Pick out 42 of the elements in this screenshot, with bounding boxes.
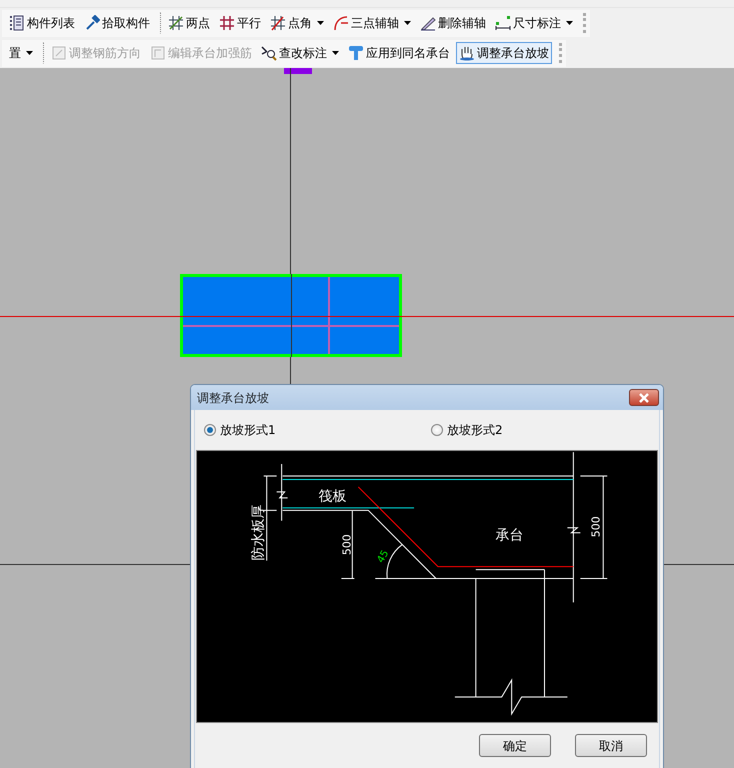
- dimension-icon: [495, 15, 511, 31]
- magnifier-icon: [261, 45, 277, 61]
- caret-icon: [404, 21, 411, 25]
- diagram-label: 承台: [496, 528, 524, 544]
- diagram-label: 500: [589, 516, 602, 538]
- toolbar-button[interactable]: 尺寸标注: [492, 12, 576, 34]
- toolbar-button[interactable]: 置: [6, 42, 36, 64]
- diagram-label: 500: [340, 534, 354, 556]
- close-icon: [638, 392, 650, 402]
- two-point-axis-icon: [168, 15, 184, 31]
- toolbar-button[interactable]: 两点: [160, 12, 213, 34]
- diagram-label: 防水板厚: [250, 504, 267, 561]
- radio-option[interactable]: 放坡形式2: [431, 421, 658, 439]
- toolbar-button[interactable]: 三点辅轴: [330, 12, 414, 34]
- caret-icon: [566, 21, 573, 25]
- parallel-lines-icon: [219, 15, 235, 31]
- stamp-icon: [348, 45, 364, 61]
- list-icon: [9, 15, 25, 31]
- toolbar-button[interactable]: 点角: [267, 12, 327, 34]
- caret-icon: [317, 21, 324, 25]
- toolbar-button[interactable]: 构件列表: [6, 12, 78, 34]
- toolbar-button[interactable]: 平行: [216, 12, 264, 34]
- caret-icon: [26, 51, 33, 55]
- rebar-direction-icon: [51, 45, 67, 61]
- toolbar-button[interactable]: 拾取构件: [81, 12, 153, 34]
- toolbar-button[interactable]: 调整承台放坡: [456, 42, 552, 64]
- dialog-button[interactable]: 确定: [479, 734, 551, 757]
- diagram-label: 45: [375, 548, 392, 565]
- toolbar-button[interactable]: 查改标注: [258, 42, 342, 64]
- marker: [284, 68, 312, 74]
- dialog-button[interactable]: 取消: [575, 734, 647, 757]
- toolbar-button[interactable]: 应用到同名承台: [345, 42, 453, 64]
- radio-option[interactable]: 放坡形式1: [204, 421, 431, 439]
- close-button[interactable]: [629, 389, 659, 406]
- arc-axis-icon: [333, 15, 349, 31]
- caret-icon: [332, 51, 339, 55]
- rebar-edit-icon: [150, 45, 166, 61]
- dialog-title: 调整承台放坡: [197, 390, 269, 406]
- diagram-label: 筏板: [318, 488, 346, 505]
- hand-icon: [459, 45, 475, 61]
- toolbar-button[interactable]: 删除辅轴: [417, 12, 489, 34]
- angle-axis-icon: [270, 15, 286, 31]
